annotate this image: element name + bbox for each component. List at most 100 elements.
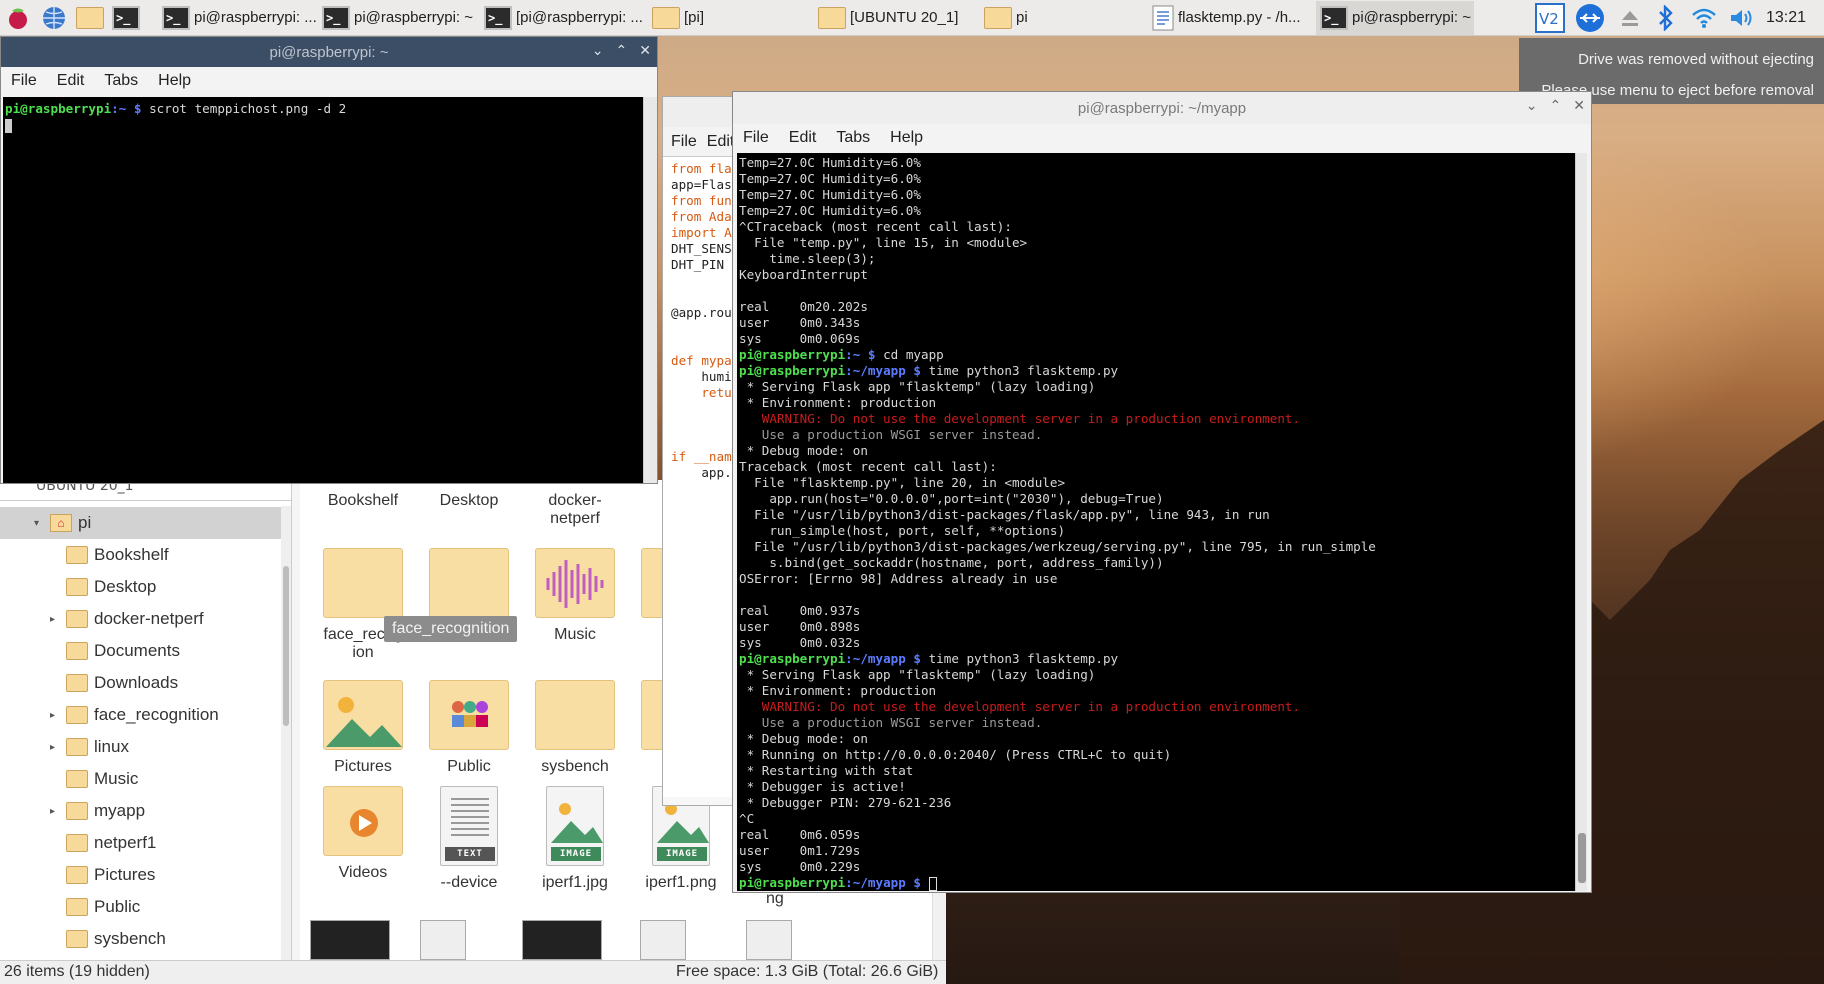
output-text: * Environment: production [739,395,937,410]
tree-item[interactable]: Desktop [0,571,291,603]
partial-file-thumbnail[interactable] [310,920,390,960]
file-item-label[interactable]: Desktop [414,492,524,510]
vnc-icon[interactable]: V2 [1532,0,1568,36]
prompt-user: pi@raspberrypi [5,101,112,116]
menu-tabs[interactable]: Tabs [104,72,138,90]
menu-file[interactable]: File [743,129,769,147]
expand-arrow-icon[interactable]: ▸ [50,806,55,817]
tree-scrollbar[interactable] [281,506,291,960]
partial-file-thumbnail[interactable] [420,920,466,960]
task-terminal-3[interactable]: >_ [pi@raspberrypi: ... [480,1,648,35]
music-folder-icon [535,548,615,618]
raspberry-menu-icon[interactable] [0,0,36,36]
tree-item[interactable]: ▸ myapp [0,795,291,827]
tree-label: Desktop [94,577,157,596]
terminal-scrollbar[interactable] [643,97,657,483]
file-item-label: Public [447,758,491,775]
menu-file[interactable]: File [11,72,37,90]
file-item[interactable]: sysbench [520,680,630,776]
tree-item-pi-root[interactable]: ▾ ⌂ pi [0,507,291,539]
task-terminal-active[interactable]: >_ pi@raspberrypi: ~ [1316,0,1474,35]
file-item[interactable] [414,548,524,626]
file-item[interactable]: TEXT --device [414,786,524,892]
browser-icon[interactable] [36,0,72,36]
expand-arrow-icon[interactable]: ▸ [50,710,55,721]
folder-icon [66,770,88,788]
task-folder-pi[interactable]: pi [980,1,1148,35]
terminal-scrollbar[interactable] [1575,153,1587,891]
collapse-arrow-icon[interactable]: ▾ [34,518,39,529]
menu-tabs[interactable]: Tabs [836,129,870,147]
eject-icon[interactable] [1612,0,1648,36]
menu-help[interactable]: Help [890,129,923,147]
terminal-output[interactable]: pi@raspberrypi:~ $ scrot temppichost.png… [3,97,643,483]
taskbar: >_ >_ pi@raspberrypi: ... >_ pi@raspberryp… [0,0,1824,36]
tree-item[interactable]: Pictures [0,859,291,891]
task-label: pi@raspberrypi: ~ [354,9,474,26]
tree-item[interactable]: Public [0,891,291,923]
maximize-icon[interactable]: ⌃ [1550,97,1562,114]
bluetooth-icon[interactable] [1648,0,1684,36]
tree-item[interactable]: ▸ face_recognition [0,699,291,731]
task-label: pi@raspberrypi: ~ [1352,9,1472,26]
menu-edit[interactable]: Edit [789,129,817,147]
tree-label: Downloads [94,673,179,692]
clock[interactable]: 13:21 [1766,9,1806,27]
file-item-label[interactable]: docker- netperf [520,492,630,528]
file-item[interactable]: Videos [308,786,418,882]
file-item-label[interactable]: Bookshelf [308,492,418,510]
file-item[interactable]: IMAGE iperf1.jpg [520,786,630,892]
close-icon[interactable]: ✕ [1573,97,1585,114]
minimize-icon[interactable]: ⌄ [1526,97,1538,114]
minimize-icon[interactable]: ⌄ [592,42,604,59]
terminal-launcher-icon[interactable]: >_ [108,0,144,36]
window-title: pi@raspberrypi: ~/myapp [1077,99,1247,117]
expand-arrow-icon[interactable]: ▸ [50,614,55,625]
directory-tree-pane: UBUNTU 20_1 ▾ ⌂ pi Bookshelf Desktop ▸ docker-… [0,480,292,960]
partial-file-thumbnail[interactable] [522,920,602,960]
task-terminal-2[interactable]: >_ pi@raspberrypi: ~ [318,1,480,35]
tree-item[interactable]: netperf1 [0,827,291,859]
partial-file-thumbnail[interactable] [640,920,686,960]
tree-item[interactable]: ▸ docker-netperf [0,603,291,635]
svg-text:V2: V2 [1539,10,1559,28]
tree-item[interactable]: ▸ linux [0,731,291,763]
terminal-line: real 0m20.202s [739,299,1583,315]
menu-help[interactable]: Help [158,72,191,90]
close-icon[interactable]: ✕ [639,42,651,59]
tree-item[interactable]: Downloads [0,667,291,699]
teamviewer-icon[interactable] [1572,0,1608,36]
terminal-menubar: File Edit Tabs Help [1,67,657,95]
menu-edit[interactable]: Edit [707,133,735,151]
volume-icon[interactable] [1724,0,1760,36]
folder-icon [66,642,88,660]
task-folder-ubuntu[interactable]: [UBUNTU 20_1] [814,1,980,35]
task-terminal-1[interactable]: >_ pi@raspberrypi: ... [158,1,318,35]
file-manager-launcher-icon[interactable] [72,0,108,36]
menu-edit[interactable]: Edit [57,72,85,90]
file-item[interactable]: Public [414,680,524,776]
wifi-icon[interactable] [1686,0,1722,36]
tree-item[interactable]: Music [0,763,291,795]
terminal-titlebar[interactable]: pi@raspberrypi: ~ ⌄ ⌃ ✕ [1,37,657,67]
tree-item[interactable]: Documents [0,635,291,667]
maximize-icon[interactable]: ⌃ [616,42,628,59]
file-item[interactable]: Pictures [308,680,418,776]
file-item[interactable]: face_recog ion [308,548,418,662]
tree-item[interactable]: sysbench [0,923,291,955]
output-text: user 0m0.343s [739,315,861,330]
terminal-line: WARNING: Do not use the development serv… [739,699,1583,715]
file-item[interactable]: Music [520,548,630,644]
task-folder-pi-bracket[interactable]: [pi] [648,1,814,35]
terminal-line: sys 0m0.229s [739,859,1583,875]
terminal-output[interactable]: Temp=27.0C Humidity=6.0% Temp=27.0C Humid… [737,153,1585,891]
menu-file[interactable]: File [671,133,697,151]
terminal-titlebar[interactable]: pi@raspberrypi: ~/myapp ⌄ ⌃ ✕ [733,92,1591,124]
output-text: File "/usr/lib/python3/dist-packages/fla… [739,507,1270,522]
folder-icon [66,866,88,884]
task-text-editor[interactable]: flasktemp.py - /h... [1148,1,1316,35]
tree-item[interactable]: Bookshelf [0,539,291,571]
partial-file-thumbnail[interactable] [746,920,792,960]
terminal-line: Temp=27.0C Humidity=6.0% [739,171,1583,187]
expand-arrow-icon[interactable]: ▸ [50,742,55,753]
